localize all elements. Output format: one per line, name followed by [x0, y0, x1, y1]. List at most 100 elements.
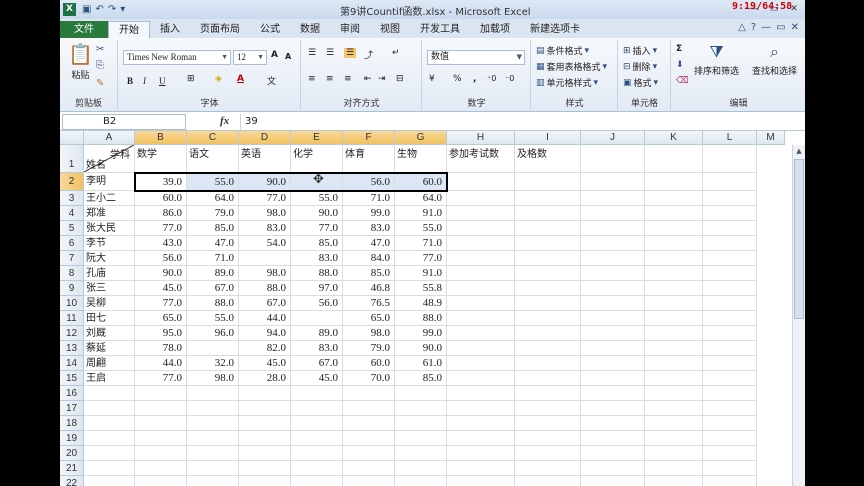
score-cell[interactable]: 46.8	[343, 281, 395, 296]
tab-addins[interactable]: 加载项	[470, 21, 520, 38]
cell[interactable]	[703, 173, 757, 191]
student-name-cell[interactable]: 郑准	[84, 206, 135, 221]
score-cell[interactable]: 85.0	[187, 221, 239, 236]
cell[interactable]	[645, 145, 703, 173]
cell[interactable]	[447, 221, 515, 236]
orientation-icon[interactable]: ⤴	[364, 48, 373, 61]
cell[interactable]	[343, 386, 395, 401]
cell[interactable]	[395, 446, 447, 461]
cell[interactable]	[703, 311, 757, 326]
cell[interactable]	[239, 461, 291, 476]
student-name-cell[interactable]: 王小二	[84, 191, 135, 206]
insert-function-button[interactable]: fx	[220, 115, 229, 127]
worksheet-grid[interactable]: A B C D E F G H I J K L M 1 2 3 4 5 6 7 8 9 10 11 12 13 14 15 16 17 18…	[60, 131, 805, 486]
score-cell[interactable]	[239, 251, 291, 266]
cell[interactable]	[515, 266, 581, 281]
cell[interactable]	[343, 476, 395, 486]
score-cell[interactable]: 89.0	[291, 326, 343, 341]
tab-data[interactable]: 数据	[290, 21, 330, 38]
score-cell[interactable]: 85.0	[395, 371, 447, 386]
undo-icon[interactable]: ↶	[95, 4, 103, 15]
score-cell[interactable]: 99.0	[395, 326, 447, 341]
cell[interactable]	[515, 311, 581, 326]
row-header[interactable]: 11	[60, 311, 84, 326]
score-cell[interactable]: 88.0	[239, 281, 291, 296]
column-header-l[interactable]: L	[703, 131, 757, 145]
cell[interactable]	[645, 173, 703, 191]
score-cell[interactable]: 55.0	[291, 191, 343, 206]
cell[interactable]	[581, 446, 645, 461]
score-cell[interactable]: 83.0	[239, 221, 291, 236]
score-cell[interactable]: 94.0	[239, 326, 291, 341]
cell[interactable]	[703, 281, 757, 296]
cell[interactable]	[645, 341, 703, 356]
cell[interactable]	[515, 296, 581, 311]
align-bottom-icon[interactable]: ☰	[344, 48, 357, 58]
row-header[interactable]: 21	[60, 461, 84, 476]
cell[interactable]	[703, 266, 757, 281]
score-cell[interactable]: 47.0	[343, 236, 395, 251]
score-cell[interactable]: 98.0	[239, 206, 291, 221]
cell[interactable]	[84, 476, 135, 486]
cell[interactable]	[291, 386, 343, 401]
cell[interactable]	[515, 251, 581, 266]
cell[interactable]	[645, 356, 703, 371]
row-header[interactable]: 13	[60, 341, 84, 356]
cell[interactable]	[703, 341, 757, 356]
cell[interactable]	[581, 356, 645, 371]
align-center-icon[interactable]: ≡	[326, 74, 334, 84]
cell[interactable]	[187, 401, 239, 416]
grow-font-button[interactable]: A	[271, 50, 278, 60]
column-header-e[interactable]: E	[291, 131, 343, 145]
cell[interactable]	[135, 446, 187, 461]
score-cell[interactable]: 98.0	[343, 326, 395, 341]
pass-count-header[interactable]: 及格数	[515, 145, 581, 173]
window-restore-icon[interactable]: ▭	[776, 22, 785, 33]
cell[interactable]	[703, 461, 757, 476]
close-icon[interactable]: ✕	[785, 2, 803, 16]
cell[interactable]	[645, 416, 703, 431]
cell[interactable]	[187, 461, 239, 476]
score-cell[interactable]: 91.0	[395, 266, 447, 281]
cell[interactable]	[703, 386, 757, 401]
score-cell[interactable]: 55.0	[395, 221, 447, 236]
cell[interactable]	[645, 311, 703, 326]
student-name-cell[interactable]: 田七	[84, 311, 135, 326]
cell[interactable]	[703, 236, 757, 251]
cell[interactable]	[135, 476, 187, 486]
cell[interactable]	[447, 206, 515, 221]
row-header[interactable]: 3	[60, 191, 84, 206]
score-cell[interactable]: 90.0	[395, 341, 447, 356]
maximize-icon[interactable]: ▭	[765, 2, 783, 16]
cell[interactable]	[645, 461, 703, 476]
increase-indent-icon[interactable]: ⇥	[378, 74, 386, 84]
score-cell[interactable]: 98.0	[239, 266, 291, 281]
cell[interactable]	[703, 296, 757, 311]
cell[interactable]	[239, 431, 291, 446]
cell[interactable]	[581, 206, 645, 221]
score-cell[interactable]: 83.0	[291, 251, 343, 266]
bold-button[interactable]: B	[127, 76, 133, 86]
score-cell[interactable]: 45.0	[239, 356, 291, 371]
currency-icon[interactable]: ¥	[429, 74, 435, 84]
cell[interactable]	[447, 251, 515, 266]
cell[interactable]	[581, 173, 645, 191]
cell[interactable]	[135, 386, 187, 401]
score-cell[interactable]: 56.0	[291, 296, 343, 311]
cell[interactable]	[581, 221, 645, 236]
cell[interactable]	[581, 311, 645, 326]
cell[interactable]	[581, 191, 645, 206]
score-cell[interactable]: 77.0	[135, 221, 187, 236]
cut-icon[interactable]: ✂	[96, 44, 104, 55]
align-top-icon[interactable]: ☰	[308, 48, 316, 58]
cell[interactable]	[187, 446, 239, 461]
score-cell[interactable]: 32.0	[187, 356, 239, 371]
score-cell[interactable]: 56.0	[343, 173, 395, 191]
cell[interactable]	[187, 431, 239, 446]
score-cell[interactable]: 55.0	[187, 173, 239, 191]
tab-new[interactable]: 新建选项卡	[520, 21, 590, 38]
score-cell[interactable]: 79.0	[343, 341, 395, 356]
cell[interactable]	[645, 386, 703, 401]
cell[interactable]	[645, 206, 703, 221]
subject-header[interactable]: 生物	[395, 145, 447, 173]
